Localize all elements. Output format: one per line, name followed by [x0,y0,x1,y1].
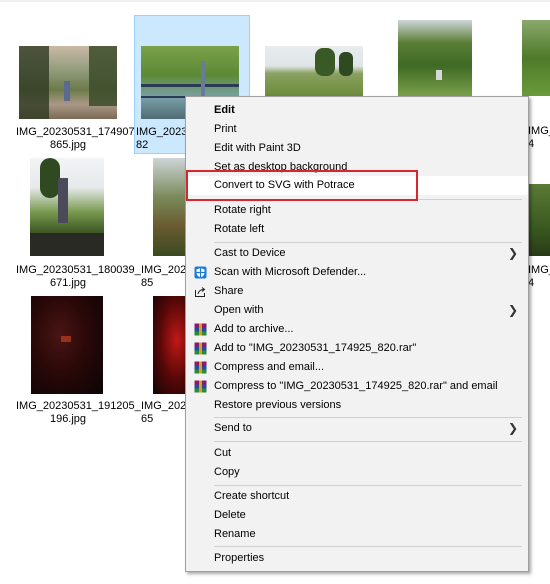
winrar-icon [194,380,207,393]
file-name: IMG_2023 65 [141,400,193,425]
defender-shield-icon [194,266,207,279]
file-thumbnail [19,46,117,119]
menu-item-rename[interactable]: Rename [186,525,528,544]
file-thumbnail [31,296,103,394]
chevron-right-icon: ❯ [507,303,518,317]
file-name: IMG_20230531_191205_ 196.jpg [16,400,141,425]
top-border [0,0,550,2]
menu-item-rotate-right[interactable]: Rotate right [186,201,528,220]
menu-item-open-with[interactable]: Open with ❯ [186,301,528,320]
chevron-right-icon: ❯ [507,246,518,260]
menu-item-cast-to-device[interactable]: Cast to Device ❯ [186,244,528,263]
menu-item-print[interactable]: Print [186,120,528,139]
file-item-9[interactable]: IMG_20230531_191205_ 196.jpg [16,292,141,427]
file-name: IMG_2023 85 [141,264,193,289]
menu-separator [214,485,522,486]
menu-item-add-to-rar[interactable]: Add to "IMG_20230531_174925_820.rar" [186,339,528,358]
winrar-icon [194,323,207,336]
file-item-6[interactable]: IMG_20230531_180039_ 671.jpg [16,156,141,291]
file-thumbnail [522,20,550,96]
winrar-icon [194,361,207,374]
menu-item-edit-paint3d[interactable]: Edit with Paint 3D [186,139,528,158]
menu-item-compress-to-rar-email[interactable]: Compress to "IMG_20230531_174925_820.rar… [186,377,528,396]
menu-item-send-to[interactable]: Send to ❯ [186,419,528,438]
file-thumbnail [30,158,104,256]
share-icon [194,285,207,298]
menu-item-edit[interactable]: Edit [186,101,528,120]
menu-separator [214,546,522,547]
menu-item-rotate-left[interactable]: Rotate left [186,220,528,239]
file-thumbnail [398,20,472,96]
menu-item-properties[interactable]: Properties [186,549,528,568]
menu-item-copy[interactable]: Copy [186,463,528,482]
file-name: IMG_20 4 [528,264,550,289]
menu-separator [214,441,522,442]
highlight-annotation-box [186,170,418,201]
menu-item-scan-defender[interactable]: Scan with Microsoft Defender... [186,263,528,282]
file-thumbnail [153,158,187,256]
winrar-icon [194,342,207,355]
menu-item-add-to-archive[interactable]: Add to archive... [186,320,528,339]
menu-item-delete[interactable]: Delete [186,506,528,525]
menu-item-restore-previous-versions[interactable]: Restore previous versions [186,396,528,415]
file-item-1[interactable]: IMG_20230531_174907_ 865.jpg [16,40,141,152]
menu-item-cut[interactable]: Cut [186,444,528,463]
chevron-right-icon: ❯ [507,421,518,435]
file-thumbnail [153,296,187,394]
file-name: IMG_20 4 [528,125,550,150]
menu-item-compress-and-email[interactable]: Compress and email... [186,358,528,377]
context-menu: Edit Print Edit with Paint 3D Set as des… [185,96,529,572]
file-name: IMG_20230531_180039_ 671.jpg [16,264,141,289]
menu-item-share[interactable]: Share [186,282,528,301]
menu-separator [214,242,522,243]
file-thumbnail [528,184,550,256]
file-name: IMG_20230531_174907_ 865.jpg [16,126,141,151]
menu-separator [214,417,522,418]
file-thumbnail [265,46,363,96]
menu-item-create-shortcut[interactable]: Create shortcut [186,487,528,506]
